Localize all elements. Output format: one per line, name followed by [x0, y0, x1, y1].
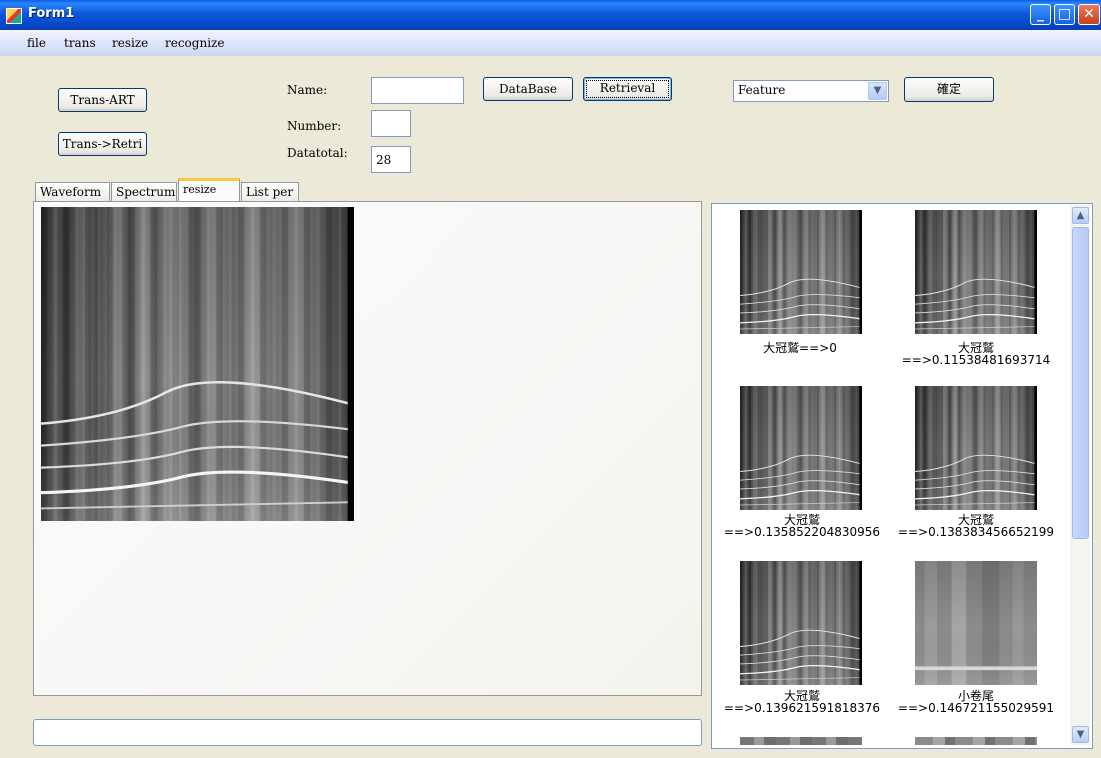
result-caption: 大冠鷲 ==>0.138383456652199	[897, 513, 1055, 539]
result-thumbnail-partial[interactable]	[915, 737, 1037, 745]
feature-select-value: Feature	[738, 83, 786, 97]
number-label: Number:	[287, 119, 342, 133]
menu-trans[interactable]: trans	[64, 36, 96, 50]
datatotal-field[interactable]: 28	[371, 146, 411, 173]
datatotal-label: Datatotal:	[287, 146, 348, 160]
result-thumbnail[interactable]	[740, 386, 862, 510]
tab-waveform[interactable]: Waveform	[35, 182, 110, 202]
scroll-up-icon[interactable]: ▲	[1072, 207, 1089, 224]
menu-resize[interactable]: resize	[112, 36, 148, 50]
name-field[interactable]	[371, 77, 464, 104]
window-title: Form1	[28, 6, 75, 21]
result-thumbnail[interactable]	[740, 210, 862, 334]
tab-resize[interactable]: resize	[178, 178, 240, 203]
menu-file[interactable]: file	[27, 36, 46, 50]
result-caption: 大冠鷲 ==>0.139621591818376	[723, 689, 881, 715]
status-textbox[interactable]	[33, 719, 702, 746]
trans-art-button[interactable]: Trans-ART	[58, 88, 147, 112]
result-thumbnail-partial[interactable]	[740, 737, 862, 745]
minimize-button[interactable]: _	[1030, 4, 1051, 25]
spectrogram-image	[41, 207, 354, 521]
trans-retri-button[interactable]: Trans->Retri	[58, 132, 147, 156]
scrollbar-thumb[interactable]	[1072, 227, 1089, 539]
number-field[interactable]	[371, 110, 411, 137]
name-label: Name:	[287, 83, 328, 97]
maximize-button[interactable]: □	[1054, 4, 1075, 25]
scroll-down-icon[interactable]: ▼	[1072, 726, 1089, 743]
title-bar[interactable]	[0, 0, 1101, 30]
maximize-icon: □	[1057, 6, 1072, 22]
result-thumbnail[interactable]	[915, 210, 1037, 334]
result-caption: 大冠鷲==>0	[763, 341, 837, 355]
database-button[interactable]: DataBase	[483, 77, 573, 101]
result-thumbnail[interactable]	[740, 561, 862, 685]
close-icon: ✕	[1083, 6, 1095, 22]
result-thumbnail[interactable]	[915, 386, 1037, 510]
menu-recognize[interactable]: recognize	[165, 36, 224, 50]
confirm-button[interactable]: 確定	[904, 77, 994, 102]
result-thumbnail[interactable]	[915, 561, 1037, 685]
result-caption: 大冠鷲 ==>0.135852204830956	[723, 513, 881, 539]
app-icon	[6, 8, 22, 24]
result-caption: 小卷尾 ==>0.146721155029591	[897, 689, 1055, 715]
feature-select[interactable]: Feature	[733, 80, 889, 102]
close-button[interactable]: ✕	[1078, 4, 1100, 25]
chevron-down-icon[interactable]: ▼	[868, 82, 887, 100]
minimize-icon: _	[1037, 6, 1044, 22]
result-caption: 大冠鷲 ==>0.11538481693714	[901, 341, 1051, 367]
retrieval-button[interactable]: Retrieval	[583, 77, 672, 101]
tab-spectrum[interactable]: Spectrum	[111, 182, 177, 202]
tab-list-per[interactable]: List per	[241, 182, 299, 202]
